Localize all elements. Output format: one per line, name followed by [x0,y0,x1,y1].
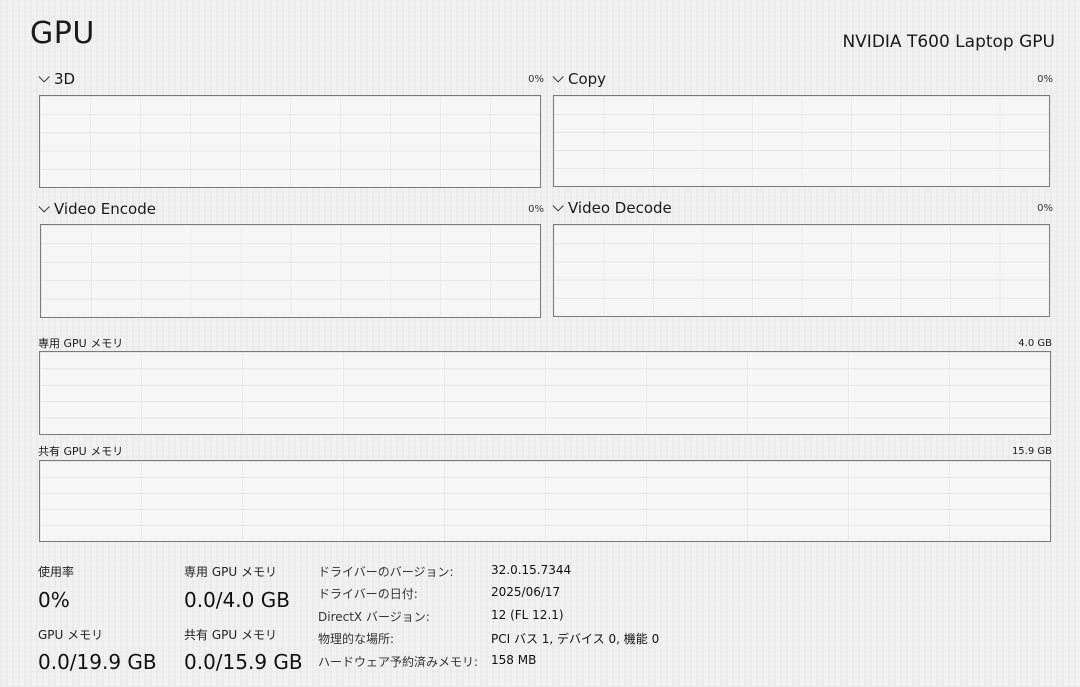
chevron-down-icon [38,201,50,213]
chevron-down-icon [552,200,564,212]
engine-percent: 0% [1037,73,1053,85]
engine-label: Video Encode [54,200,156,218]
shared-memory-label: 共有 GPU メモリ [38,445,124,458]
gpu-memory-stat-label: GPU メモリ [38,628,104,642]
dedicated-memory-label: 専用 GPU メモリ [38,337,124,350]
dedicated-memory-graph [39,351,1051,435]
engine-label: Video Decode [568,199,672,217]
engine-graph-copy [553,95,1050,187]
engine-percent: 0% [528,203,544,215]
engine-graph-video-decode [553,224,1050,317]
utilization-value: 0% [38,588,70,612]
chevron-down-icon [552,71,564,83]
physical-location-value: PCI バス 1, デバイス 0, 機能 0 [491,632,660,646]
shared-memory-graph [39,460,1051,542]
shared-memory-header: 共有 GPU メモリ 15.9 GB [38,443,1052,459]
utilization-label: 使用率 [38,565,75,579]
engine-graph-video-encode [40,224,541,318]
gpu-memory-stat-value: 0.0/19.9 GB [38,650,157,674]
engine-label: Copy [568,70,607,88]
shared-memory-max: 15.9 GB [1011,445,1052,457]
engine-video-decode-header: Video Decode 0% [550,199,1053,217]
engine-selector-3d[interactable]: 3D [36,70,75,88]
shared-memory-stat-value: 0.0/15.9 GB [184,650,303,674]
engine-selector-video-decode[interactable]: Video Decode [550,199,672,217]
engine-3d-header: 3D 0% [36,70,544,88]
engine-copy-header: Copy 0% [550,70,1053,88]
physical-location-label: 物理的な場所: [318,632,395,646]
dedicated-memory-max: 4.0 GB [1018,337,1052,349]
engine-selector-copy[interactable]: Copy [550,70,606,88]
dedicated-memory-stat-label: 専用 GPU メモリ [184,565,277,579]
dedicated-memory-stat-value: 0.0/4.0 GB [184,588,290,612]
engine-percent: 0% [1037,202,1053,214]
directx-version-label: DirectX バージョン: [318,610,430,624]
engine-graph-3d [39,95,541,188]
engine-selector-video-encode[interactable]: Video Encode [36,200,156,218]
hardware-reserved-memory-value: 158 MB [491,653,537,667]
engine-percent: 0% [528,73,544,85]
page-title: GPU [30,16,95,51]
engine-video-encode-header: Video Encode 0% [36,200,544,218]
driver-date-value: 2025/06/17 [491,585,561,599]
gpu-model-name: NVIDIA T600 Laptop GPU [842,32,1055,52]
driver-version-value: 32.0.15.7344 [491,563,572,577]
engine-label: 3D [54,70,76,88]
chevron-down-icon [38,71,50,83]
dedicated-memory-header: 専用 GPU メモリ 4.0 GB [38,335,1052,351]
directx-version-value: 12 (FL 12.1) [491,608,564,622]
driver-date-label: ドライバーの日付: [318,587,418,601]
hardware-reserved-memory-label: ハードウェア予約済みメモリ: [318,655,479,669]
gpu-performance-panel: GPU NVIDIA T600 Laptop GPU 3D 0% Copy 0%… [0,0,1080,687]
shared-memory-stat-label: 共有 GPU メモリ [184,628,277,642]
driver-version-label: ドライバーのバージョン: [318,565,454,579]
